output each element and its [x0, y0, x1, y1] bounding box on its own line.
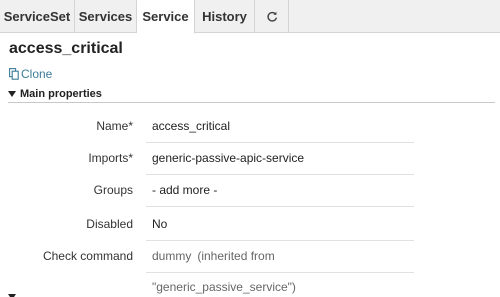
- disabled-select[interactable]: No: [146, 209, 414, 241]
- check-command-value: dummy: [152, 249, 192, 263]
- property-label: Check command: [42, 249, 133, 263]
- property-row-check-command: Check command dummy (inherited from "gene…: [0, 241, 500, 294]
- property-row-imports: Imports* generic-passive-apic-service: [0, 143, 500, 175]
- section-title: Main properties: [20, 88, 102, 100]
- tab-label: ServiceSet: [3, 9, 71, 24]
- section-main-properties[interactable]: Main properties: [8, 86, 495, 103]
- property-label: Imports*: [88, 151, 133, 165]
- tab-history[interactable]: History: [195, 0, 255, 33]
- property-label: Name*: [96, 119, 133, 133]
- triangle-down-icon: [8, 91, 16, 97]
- property-label: Disabled: [86, 217, 133, 231]
- property-label: Groups: [93, 183, 133, 197]
- refresh-button[interactable]: [255, 0, 289, 33]
- property-row-name: Name* access_critical: [0, 111, 500, 143]
- name-field[interactable]: access_critical: [146, 111, 414, 143]
- tab-service[interactable]: Service: [137, 0, 195, 34]
- tab-label: History: [202, 9, 247, 24]
- refresh-icon: [266, 11, 277, 22]
- tab-services[interactable]: Services: [75, 0, 137, 33]
- tab-serviceset[interactable]: ServiceSet: [0, 0, 75, 33]
- check-command-field[interactable]: dummy (inherited from "generic_passive_se…: [146, 241, 414, 294]
- clone-link[interactable]: Clone: [9, 67, 52, 81]
- groups-add-more[interactable]: - add more -: [146, 175, 414, 207]
- clone-label: Clone: [21, 67, 53, 81]
- tab-bar: ServiceSet Services Service History: [0, 0, 500, 34]
- tab-label: Service: [142, 9, 189, 24]
- property-row-disabled: Disabled No: [0, 209, 500, 241]
- property-row-groups: Groups - add more -: [0, 175, 500, 207]
- tab-label: Services: [78, 9, 133, 24]
- imports-field[interactable]: generic-passive-apic-service: [146, 143, 414, 175]
- next-section-heading-cut-off: [8, 291, 20, 297]
- copy-icon: [9, 68, 19, 80]
- page-title: access_critical: [9, 40, 123, 57]
